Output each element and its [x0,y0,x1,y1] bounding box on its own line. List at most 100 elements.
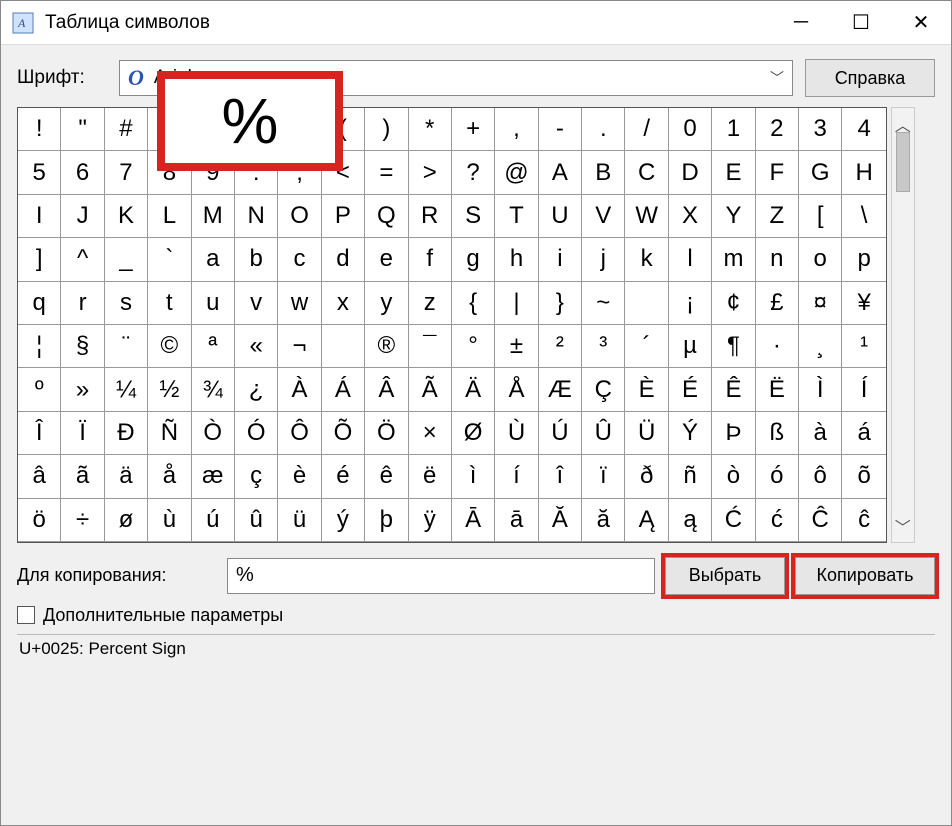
char-cell[interactable]: ç [235,455,278,498]
char-cell[interactable]: â [18,455,61,498]
char-cell[interactable]: E [712,151,755,194]
char-cell[interactable]: ù [148,499,191,542]
char-cell[interactable]: h [495,238,538,281]
char-cell[interactable]: q [18,282,61,325]
char-cell[interactable]: ¾ [192,368,235,411]
char-cell[interactable]: é [322,455,365,498]
char-cell[interactable]: ô [799,455,842,498]
char-cell[interactable]: / [625,108,668,151]
char-cell[interactable]: t [148,282,191,325]
char-cell[interactable]: ÷ [61,499,104,542]
char-cell[interactable]: Ă [539,499,582,542]
minimize-button[interactable]: ─ [771,1,831,44]
char-cell[interactable]: [ [799,195,842,238]
char-cell[interactable]: Á [322,368,365,411]
char-cell[interactable]: H [842,151,885,194]
char-cell[interactable]: ¿ [235,368,278,411]
char-cell[interactable]: ! [18,108,61,151]
char-cell[interactable]: Í [842,368,885,411]
scrollbar-thumb[interactable] [896,132,910,192]
char-cell[interactable]: È [625,368,668,411]
char-cell[interactable]: Ç [582,368,625,411]
char-cell[interactable]: - [539,108,582,151]
char-cell[interactable]: O [278,195,321,238]
char-cell[interactable]: b [235,238,278,281]
char-cell[interactable]: Ù [495,412,538,455]
char-cell[interactable]: Ð [105,412,148,455]
char-cell[interactable]: Z [756,195,799,238]
char-cell[interactable]: ĉ [842,499,885,542]
char-cell[interactable]: Ó [235,412,278,455]
char-cell[interactable]: Y [712,195,755,238]
char-cell[interactable]: p [842,238,885,281]
char-cell[interactable]: Ë [756,368,799,411]
maximize-button[interactable]: ☐ [831,1,891,44]
char-cell[interactable]: ° [452,325,495,368]
char-cell[interactable]: ª [192,325,235,368]
char-cell[interactable]: U [539,195,582,238]
char-cell[interactable]: c [278,238,321,281]
char-cell[interactable]: ò [712,455,755,498]
char-cell[interactable]: ó [756,455,799,498]
char-cell[interactable]: s [105,282,148,325]
char-cell[interactable]: e [365,238,408,281]
char-cell[interactable]: ñ [669,455,712,498]
char-cell[interactable]: û [235,499,278,542]
char-cell[interactable]: R [409,195,452,238]
char-cell[interactable]: f [409,238,452,281]
char-cell[interactable]: ¼ [105,368,148,411]
char-cell[interactable]: W [625,195,668,238]
char-cell[interactable]: Ä [452,368,495,411]
char-cell[interactable]: 5 [18,151,61,194]
char-cell[interactable]: \ [842,195,885,238]
char-cell[interactable]: # [105,108,148,151]
char-cell[interactable]: ± [495,325,538,368]
char-cell[interactable]: g [452,238,495,281]
help-button[interactable]: Справка [805,59,935,97]
char-cell[interactable]: © [148,325,191,368]
char-cell[interactable]: S [452,195,495,238]
char-cell[interactable]: ¸ [799,325,842,368]
char-cell[interactable]: ½ [148,368,191,411]
char-cell[interactable]: ¢ [712,282,755,325]
char-cell[interactable]: + [452,108,495,151]
char-cell[interactable]: n [756,238,799,281]
char-cell[interactable]: Ê [712,368,755,411]
char-cell[interactable]: M [192,195,235,238]
char-cell[interactable]: Ö [365,412,408,455]
char-cell[interactable]: Ã [409,368,452,411]
char-cell[interactable]: d [322,238,365,281]
char-cell[interactable]: ¦ [18,325,61,368]
char-cell[interactable]: K [105,195,148,238]
char-cell[interactable]: Æ [539,368,582,411]
char-cell[interactable]: ð [625,455,668,498]
char-cell[interactable]: Ô [278,412,321,455]
char-cell[interactable]: ³ [582,325,625,368]
char-cell[interactable]: N [235,195,278,238]
char-cell[interactable]: , [495,108,538,151]
char-cell[interactable]: î [539,455,582,498]
char-cell[interactable]: ì [452,455,495,498]
char-cell[interactable]: £ [756,282,799,325]
char-cell[interactable]: r [61,282,104,325]
char-cell[interactable]: F [756,151,799,194]
char-cell[interactable]: ý [322,499,365,542]
char-cell[interactable]: . [582,108,625,151]
char-cell[interactable]: Ò [192,412,235,455]
char-cell[interactable]: Û [582,412,625,455]
char-cell[interactable]: õ [842,455,885,498]
char-cell[interactable]: ä [105,455,148,498]
char-cell[interactable]: Ĉ [799,499,842,542]
char-cell[interactable]: º [18,368,61,411]
char-cell[interactable]: Ą [625,499,668,542]
char-cell[interactable]: " [61,108,104,151]
char-cell[interactable]: ö [18,499,61,542]
copy-button[interactable]: Копировать [795,557,935,595]
char-cell[interactable]: 0 [669,108,712,151]
char-cell[interactable]: 1 [712,108,755,151]
char-cell[interactable]: X [669,195,712,238]
char-cell[interactable]: L [148,195,191,238]
char-cell[interactable]: æ [192,455,235,498]
char-cell[interactable]: « [235,325,278,368]
char-cell[interactable]: Ï [61,412,104,455]
